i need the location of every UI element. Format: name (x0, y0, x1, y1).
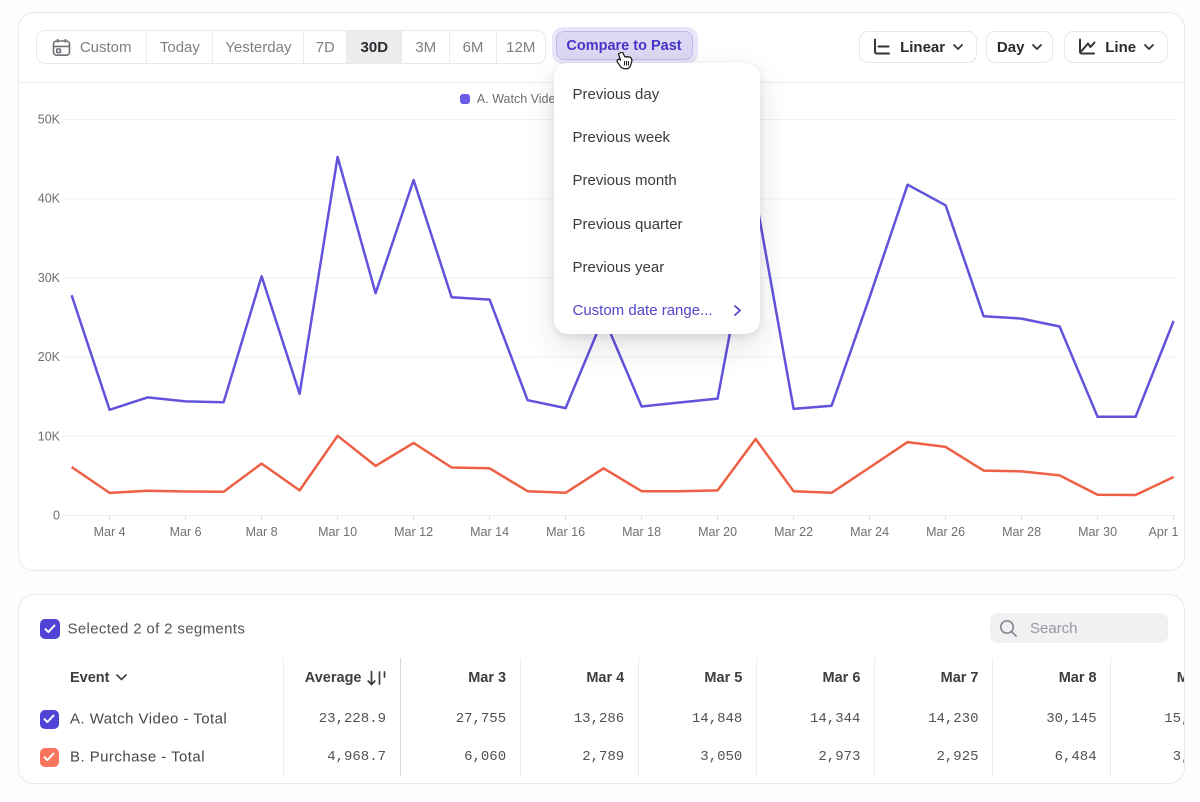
svg-text:Mar 20: Mar 20 (698, 525, 737, 539)
svg-text:Mar 8: Mar 8 (246, 525, 278, 539)
svg-text:0: 0 (53, 509, 60, 523)
svg-text:Mar 18: Mar 18 (622, 525, 661, 539)
svg-text:20K: 20K (38, 350, 61, 364)
svg-text:40K: 40K (38, 192, 61, 206)
svg-text:Mar 4: Mar 4 (94, 525, 126, 539)
svg-text:30K: 30K (38, 271, 61, 285)
svg-text:Mar 22: Mar 22 (774, 525, 813, 539)
svg-text:Apr 1: Apr 1 (1149, 525, 1179, 539)
svg-text:Mar 10: Mar 10 (318, 525, 357, 539)
svg-text:Mar 14: Mar 14 (470, 525, 509, 539)
svg-text:Mar 24: Mar 24 (850, 525, 889, 539)
svg-text:Mar 26: Mar 26 (926, 525, 965, 539)
svg-text:Mar 16: Mar 16 (546, 525, 585, 539)
svg-text:10K: 10K (38, 429, 61, 443)
svg-text:Mar 30: Mar 30 (1078, 525, 1117, 539)
svg-text:Mar 12: Mar 12 (394, 525, 433, 539)
svg-text:Mar 6: Mar 6 (170, 525, 202, 539)
svg-text:Mar 28: Mar 28 (1002, 525, 1041, 539)
svg-text:50K: 50K (38, 113, 61, 127)
